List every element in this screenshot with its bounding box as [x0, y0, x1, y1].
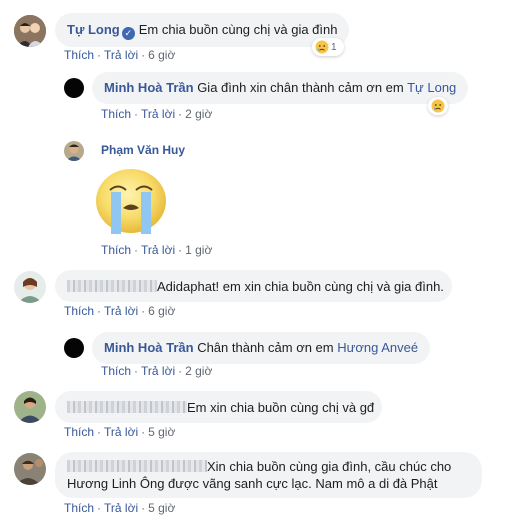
comment-actions: Thích · Trả lời · 2 giờ	[101, 107, 213, 121]
reply-button[interactable]: Trả lời	[141, 107, 175, 121]
reaction-icon[interactable]	[428, 97, 448, 115]
like-button[interactable]: Thích	[64, 501, 94, 515]
timestamp[interactable]: 2 giờ	[185, 107, 212, 121]
blurred-name	[67, 401, 187, 413]
avatar[interactable]	[14, 271, 46, 303]
comment-actions: Thích · Trả lời · 2 giờ	[101, 364, 213, 378]
reply-button[interactable]: Trả lời	[104, 304, 138, 318]
timestamp[interactable]: 6 giờ	[148, 304, 175, 318]
comment-bubble: Em xin chia buồn cùng chị và gđ	[55, 391, 382, 423]
comment-text: Chân thành cảm ơn em	[197, 340, 334, 355]
comment-bubble: Minh Hoà Trần Chân thành cảm ơn em Hương…	[92, 332, 431, 364]
avatar[interactable]	[14, 15, 46, 47]
crying-face-sticker	[95, 168, 167, 234]
like-button[interactable]: Thích	[64, 425, 94, 439]
blurred-name	[67, 460, 207, 472]
verified-badge-icon: ✓	[121, 27, 135, 40]
reply-button[interactable]: Trả lời	[141, 243, 175, 257]
comment-bubble: Xin chia buồn cùng gia đình, cầu chúc ch…	[55, 452, 482, 498]
like-button[interactable]: Thích	[101, 107, 131, 121]
comment-text: Adidaphat! em xin chia buồn cùng chị và …	[157, 279, 444, 294]
comment-actions: Thích · Trả lời · 6 giờ	[64, 304, 176, 318]
comment-actions: Thích · Trả lời · 1 giờ	[101, 243, 213, 257]
reply-button[interactable]: Trả lời	[104, 501, 138, 515]
comment-bubble: Minh Hoà Trần Gia đình xin chân thành cả…	[92, 72, 469, 104]
like-button[interactable]: Thích	[101, 364, 131, 378]
commenter-name[interactable]: Minh Hoà Trần	[104, 80, 194, 95]
commenter-name[interactable]: Tự Long	[67, 22, 120, 37]
timestamp[interactable]: 5 giờ	[148, 425, 175, 439]
avatar[interactable]	[64, 78, 84, 98]
comment-text: Em xin chia buồn cùng chị và gđ	[187, 400, 375, 415]
timestamp[interactable]: 1 giờ	[185, 243, 212, 257]
like-button[interactable]: Thích	[64, 304, 94, 318]
avatar[interactable]	[64, 141, 84, 161]
commenter-name[interactable]: Phạm Văn Huy	[101, 143, 185, 157]
comment-text: Gia đình xin chân thành cảm ơn em	[197, 80, 404, 95]
like-button[interactable]: Thích	[64, 48, 94, 62]
avatar[interactable]	[14, 391, 46, 423]
comment-bubble: Adidaphat! em xin chia buồn cùng chị và …	[55, 270, 452, 302]
comment-actions: Thích · Trả lời · 5 giờ	[64, 425, 176, 439]
blurred-name	[67, 280, 157, 292]
reaction-count[interactable]: 1	[312, 38, 344, 56]
timestamp[interactable]: 6 giờ	[148, 48, 175, 62]
sad-reaction-icon	[315, 40, 329, 54]
comment-actions: Thích · Trả lời · 5 giờ	[64, 501, 176, 515]
sad-reaction-icon	[431, 99, 445, 113]
reply-button[interactable]: Trả lời	[104, 48, 138, 62]
like-button[interactable]: Thích	[101, 243, 131, 257]
comment-text: Em chia buồn cùng chị và gia đình	[138, 22, 338, 37]
reply-button[interactable]: Trả lời	[104, 425, 138, 439]
mention-link[interactable]: Tự Long	[407, 80, 456, 95]
avatar[interactable]	[14, 453, 46, 485]
timestamp[interactable]: 2 giờ	[185, 364, 212, 378]
comment-text-line-2: Hương Linh Ông được vãng sanh cực lạc. N…	[67, 476, 438, 491]
comment-bubble: Tự Long ✓ Em chia buồn cùng chị và gia đìn…	[55, 13, 350, 47]
avatar[interactable]	[64, 338, 84, 358]
comment-actions: Thích · Trả lời · 6 giờ	[64, 48, 176, 62]
mention-link[interactable]: Hương Anveé	[337, 340, 418, 355]
reply-button[interactable]: Trả lời	[141, 364, 175, 378]
commenter-name[interactable]: Minh Hoà Trần	[104, 340, 194, 355]
timestamp[interactable]: 5 giờ	[148, 501, 175, 515]
comment-text-line-1: Xin chia buồn cùng gia đình, cầu chúc ch…	[207, 459, 452, 474]
